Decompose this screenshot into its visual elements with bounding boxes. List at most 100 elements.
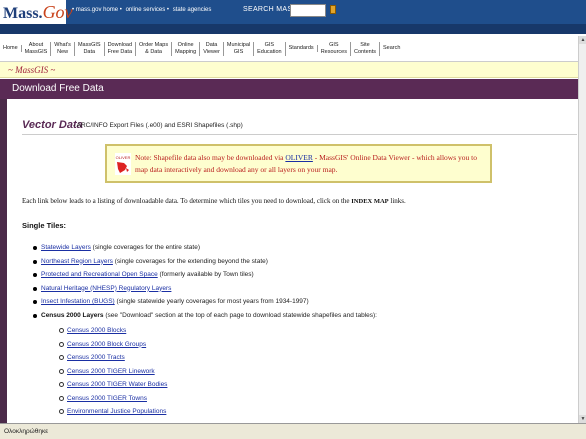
nav-item-home[interactable]: Home — [0, 45, 22, 52]
oliver-map-icon[interactable]: OLIVER — [115, 153, 131, 175]
oliver-icon-label: OLIVER — [116, 155, 131, 160]
site-header: Mass.Gov • mass.gov home • online servic… — [0, 0, 586, 24]
logo-area[interactable]: Mass.Gov — [0, 0, 73, 24]
search-go-button[interactable] — [330, 5, 336, 14]
intro-text: Each link below leads to a listing of do… — [22, 197, 406, 205]
nav-item-label: Download — [107, 41, 133, 48]
census-link[interactable]: Census 2000 TIGER Linework — [67, 368, 155, 375]
nav-item-label: GIS — [233, 48, 244, 55]
nav-item-label: New — [57, 48, 69, 55]
list-item: Natural Heritage (NHESP) Regulatory Laye… — [33, 285, 377, 299]
list-item: Environmental Justice Populations — [59, 408, 167, 422]
census-description: (see "Download" section at the top of ea… — [103, 311, 377, 319]
census-link[interactable]: Census 2000 TIGER Towns — [67, 395, 147, 402]
census-link[interactable]: Census 2000 Blocks — [67, 327, 126, 334]
nav-item-label: Mapping — [175, 48, 197, 55]
list-item: Census 2000 TIGER Water Bodies — [59, 381, 167, 395]
nav-item-label: Home — [3, 45, 18, 51]
nav-item-search[interactable]: Search — [380, 45, 403, 52]
search-input[interactable] — [290, 4, 326, 17]
nav-item-label: Standards — [288, 45, 314, 51]
census-sublist: Census 2000 Blocks Census 2000 Block Grou… — [59, 327, 167, 422]
list-item: Protected and Recreational Open Space (f… — [33, 271, 377, 285]
top-link-online-services[interactable]: online services • — [126, 7, 169, 13]
tile-description: (formerly available by Town tiles) — [157, 271, 254, 278]
nav-item-label: Education — [257, 48, 282, 55]
note-text: Note: Shapefile data also may be downloa… — [135, 153, 477, 174]
census-label: Census 2000 Layers — [41, 311, 104, 319]
tile-link[interactable]: Insect Infestation (BUGS) — [41, 298, 115, 305]
nav-item-label: Data — [205, 41, 218, 48]
tile-link[interactable]: Protected and Recreational Open Space — [41, 271, 158, 278]
nav-item-online-mapping[interactable]: Online Mapping — [172, 41, 201, 56]
nav-item-municipal-gis[interactable]: Municipal GIS — [224, 41, 255, 56]
nav-item-label: About — [28, 41, 44, 48]
oliver-link[interactable]: OLIVER — [285, 153, 313, 162]
page-title-bar: Download Free Data — [0, 79, 578, 99]
page-title: Download Free Data — [12, 83, 104, 94]
nav-item-site-contents[interactable]: Site Contents — [351, 41, 380, 56]
nav-item-label: MassGIS — [24, 48, 48, 55]
list-item: Census 2000 Tracts — [59, 354, 167, 368]
nav-item-data-viewer[interactable]: Data Viewer — [200, 41, 224, 56]
main-content: Vector Data - ARC/INFO Export Files (.e0… — [7, 99, 578, 423]
top-links: • mass.gov home • online services • stat… — [72, 7, 213, 13]
nav-item-label: GIS — [329, 41, 339, 48]
massgis-brand: ~ MassGIS ~ — [8, 65, 56, 75]
scroll-up-icon[interactable]: ▲ — [579, 36, 586, 44]
left-accent-bar — [0, 99, 7, 423]
tile-link[interactable]: Northeast Region Layers — [41, 258, 113, 265]
tile-description: (single statewide yearly coverages for m… — [114, 298, 309, 305]
nav-item-gis-education[interactable]: GIS Education — [254, 41, 286, 56]
list-item-census: Census 2000 Layers (see "Download" secti… — [33, 312, 377, 326]
tiles-list: Statewide Layers (single coverages for t… — [33, 244, 377, 325]
scroll-down-icon[interactable]: ▼ — [579, 415, 586, 423]
census-link[interactable]: Census 2000 Block Groups — [67, 341, 146, 348]
nav-item-gis-resources[interactable]: GIS Resources — [318, 41, 351, 56]
nav-item-label: & Data — [145, 48, 162, 55]
nav-item-label: Site — [360, 41, 370, 48]
nav-item-label: Data — [83, 48, 96, 55]
nav-item-massgis-data[interactable]: MassGIS Data — [75, 41, 105, 56]
tile-description: (single coverages for the extending beyo… — [112, 257, 268, 265]
oliver-note-box: OLIVER Note: Shapefile data also may be … — [105, 144, 492, 183]
section-subtitle: - ARC/INFO Export Files (.e00) and ESRI … — [73, 122, 243, 129]
census-link[interactable]: Census 2000 Tracts — [67, 354, 125, 361]
index-map-label: INDEX MAP — [351, 198, 389, 205]
nav-item-standards[interactable]: Standards — [286, 45, 318, 52]
list-item: Census 2000 TIGER Towns — [59, 395, 167, 409]
nav-item-label: Online — [177, 41, 194, 48]
nav-item-label: Municipal — [226, 41, 251, 48]
census-link[interactable]: Census 2000 TIGER Water Bodies — [67, 381, 167, 388]
vertical-scrollbar[interactable]: ▲ ▼ — [578, 36, 586, 423]
nav-item-order-maps-data[interactable]: Order Maps & Data — [136, 41, 173, 56]
status-bar: Ολοκληρώθηκε — [0, 423, 586, 439]
list-item: Census 2000 Block Groups — [59, 341, 167, 355]
nav-item-label: What's — [54, 41, 71, 48]
main-nav: Home About MassGIS What's New MassGIS Data Down… — [0, 36, 586, 62]
list-item: Insect Infestation (BUGS) (single statew… — [33, 298, 377, 312]
tile-link[interactable]: Natural Heritage (NHESP) Regulatory Laye… — [41, 285, 171, 292]
nav-item-label: Free Data — [107, 48, 133, 55]
list-item: Census 2000 Blocks — [59, 327, 167, 341]
header-strip — [0, 24, 586, 34]
nav-item-label: Viewer — [203, 48, 220, 55]
massgis-bar: ~ MassGIS ~ — [0, 62, 586, 78]
nav-item-label: Search — [383, 45, 401, 51]
tile-link[interactable]: Statewide Layers — [41, 244, 91, 251]
nav-item-label: Contents — [353, 48, 376, 55]
top-link-state-agencies[interactable]: state agencies — [173, 7, 212, 13]
nav-item-label: MassGIS — [77, 41, 101, 48]
top-link-home[interactable]: • mass.gov home • — [72, 7, 122, 13]
single-tiles-heading: Single Tiles: — [22, 221, 67, 230]
nav-item-download-free-data[interactable]: Download Free Data — [105, 41, 137, 56]
list-item: Census 2000 TIGER Linework — [59, 368, 167, 382]
status-text: Ολοκληρώθηκε — [4, 428, 49, 435]
nav-item-about-massgis[interactable]: About MassGIS — [22, 41, 52, 56]
census-link[interactable]: Environmental Justice Populations — [67, 408, 166, 415]
nav-item-label: Resources — [320, 48, 347, 55]
nav-item-label: GIS — [264, 41, 275, 48]
nav-item-what-s-new[interactable]: What's New — [51, 41, 75, 56]
list-item: Northeast Region Layers (single coverage… — [33, 258, 377, 272]
mass-gov-logo[interactable]: Mass.Gov — [3, 2, 73, 23]
